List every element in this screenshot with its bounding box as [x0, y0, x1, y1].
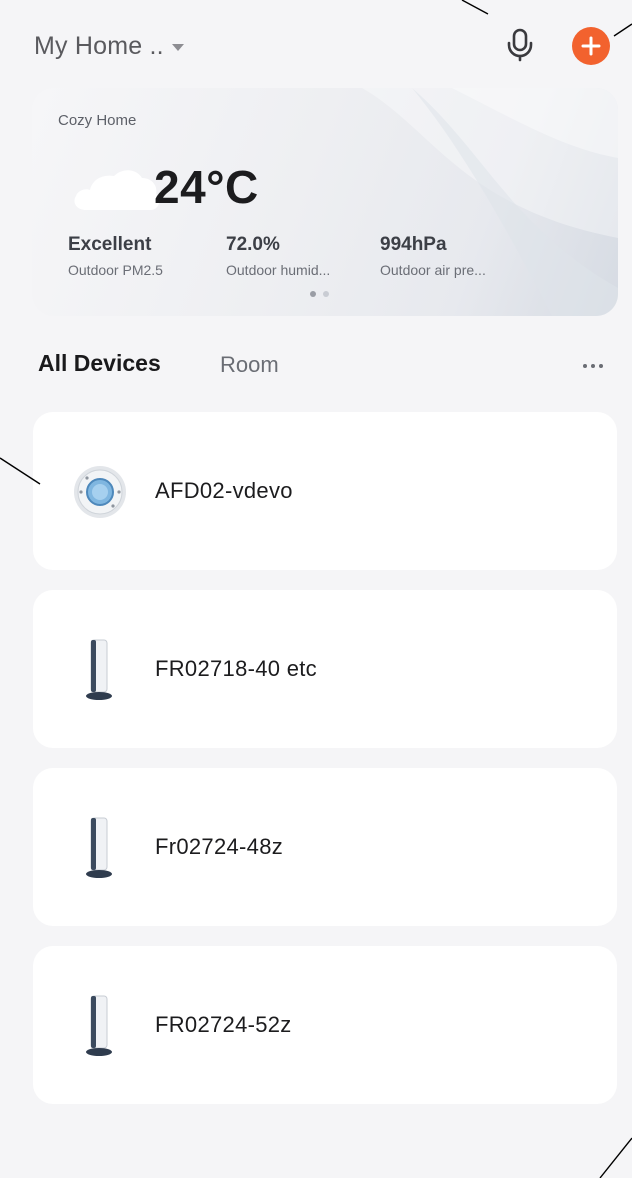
tower-fan-icon — [86, 817, 112, 878]
tower-fan-icon — [86, 639, 112, 700]
more-dot — [583, 364, 587, 368]
device-name: Fr02724-48z — [155, 834, 284, 859]
home-name: My Home .. — [34, 31, 164, 60]
stat-label: Outdoor air pre... — [380, 262, 486, 278]
more-options-button[interactable] — [576, 354, 610, 378]
stat-pm25: Excellent Outdoor PM2.5 — [68, 234, 163, 278]
weather-card[interactable]: Cozy Home 24°C Excellent Outdoor PM2.5 7… — [32, 88, 618, 316]
home-screen: My Home .. Cozy Home 24°C Excellent Outd… — [0, 0, 632, 1178]
more-dot — [599, 364, 603, 368]
carousel-dot-active — [310, 291, 316, 297]
device-card[interactable]: FR02724-52z — [33, 946, 617, 1104]
device-name: FR02718-40 etc — [155, 656, 317, 681]
caret-down-icon — [171, 44, 184, 51]
voice-button[interactable] — [500, 25, 540, 65]
tower-fan-icon — [86, 995, 112, 1056]
top-bar: My Home .. — [0, 0, 632, 90]
tab-all-devices[interactable]: All Devices — [38, 350, 161, 377]
device-card[interactable]: AFD02-vdevo — [33, 412, 617, 570]
device-card[interactable]: Fr02724-48z — [33, 768, 617, 926]
stat-label: Outdoor humid... — [226, 262, 331, 278]
carousel-dot — [323, 291, 329, 297]
thermostat-icon — [74, 466, 126, 518]
stat-value: 72.0% — [226, 234, 280, 255]
tab-room[interactable]: Room — [220, 352, 279, 378]
temperature: 24°C — [154, 161, 259, 213]
stat-value: Excellent — [68, 234, 152, 255]
device-card[interactable]: FR02718-40 etc — [33, 590, 617, 748]
plus-icon — [581, 36, 601, 56]
carousel-dots — [310, 291, 329, 297]
device-name: FR02724-52z — [155, 1012, 292, 1037]
add-device-button[interactable] — [572, 27, 610, 65]
cloud-icon — [74, 170, 160, 210]
microphone-icon — [507, 28, 533, 62]
home-selector[interactable]: My Home .. — [34, 26, 184, 66]
stat-humidity: 72.0% Outdoor humid... — [226, 234, 330, 278]
stat-value: 994hPa — [380, 234, 447, 255]
stat-label: Outdoor PM2.5 — [68, 262, 163, 278]
stat-air-pressure: 994hPa Outdoor air pre... — [380, 234, 486, 278]
weather-location: Cozy Home — [58, 112, 137, 129]
more-dot — [591, 364, 595, 368]
device-tabs: All Devices Room — [0, 340, 632, 390]
device-name: AFD02-vdevo — [155, 478, 293, 503]
